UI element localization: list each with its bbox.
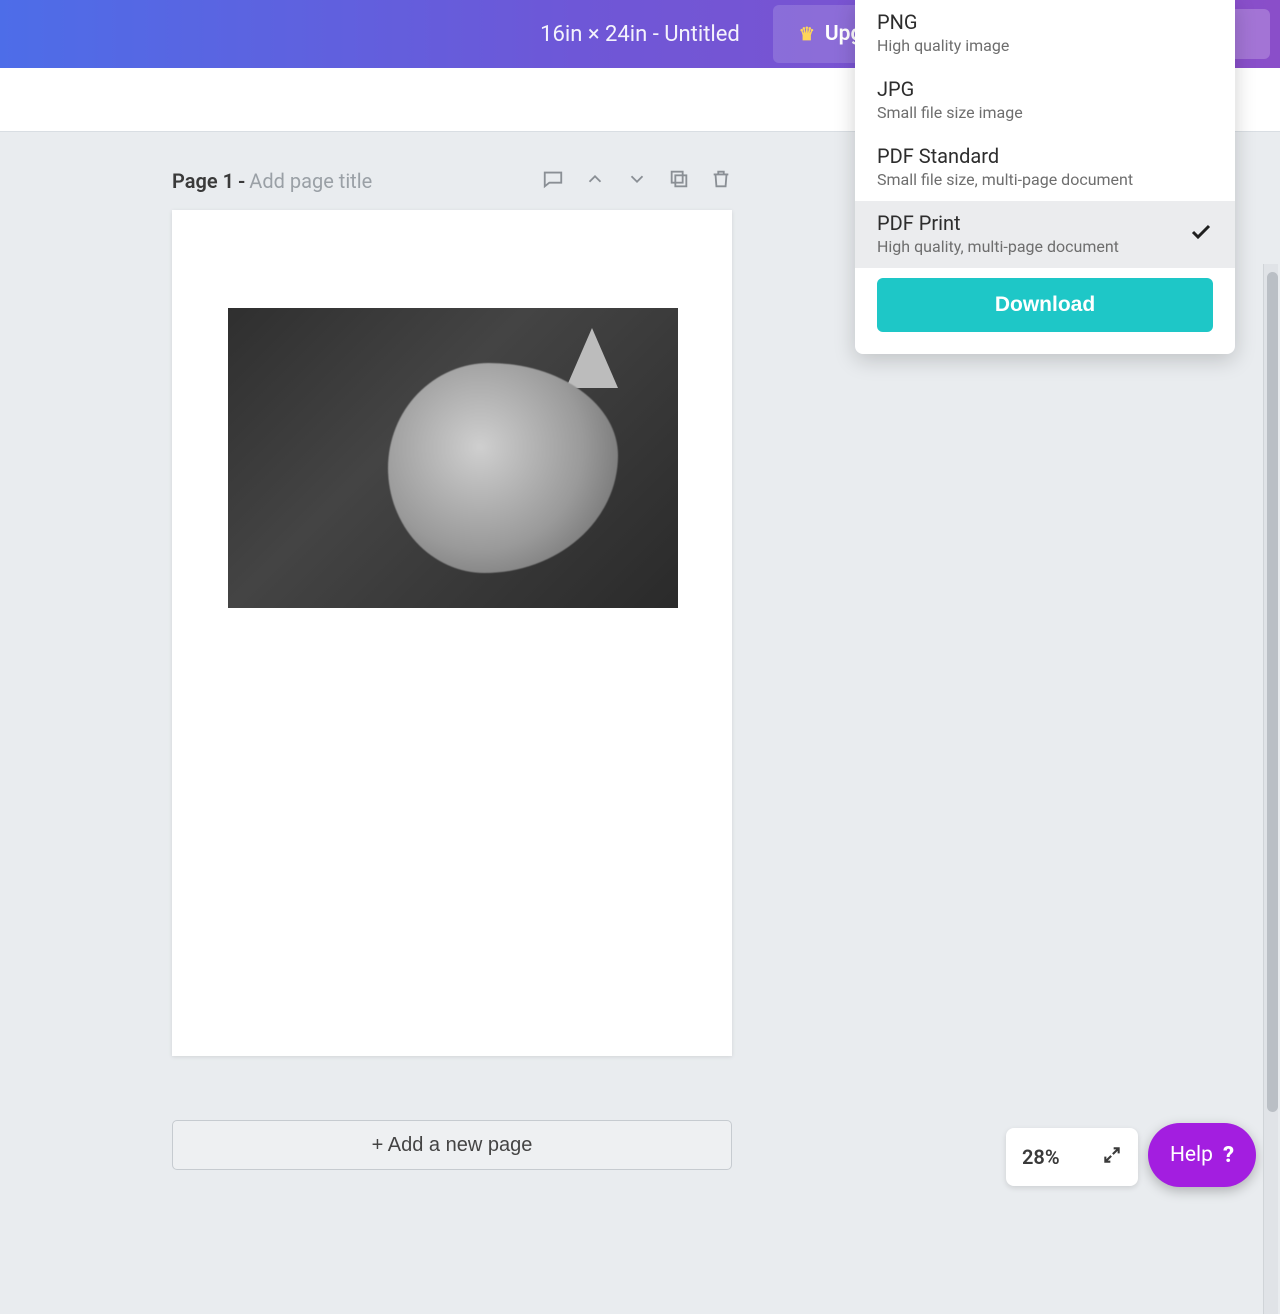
option-desc: High quality, multi-page document (877, 237, 1119, 256)
document-title[interactable]: 16in × 24in - Untitled (540, 22, 740, 47)
page-toolbar: Page 1 - Add page title (172, 168, 732, 194)
download-button-wrap: Download (855, 268, 1235, 354)
zoom-control[interactable]: 28% (1006, 1128, 1138, 1186)
add-page-button[interactable]: + Add a new page (172, 1120, 732, 1170)
help-question-icon: ? (1223, 1143, 1234, 1168)
page-heading: Page 1 - Add page title (172, 169, 372, 193)
download-option-pdf-standard[interactable]: PDF Standard Small file size, multi-page… (855, 134, 1235, 201)
zoom-value: 28% (1022, 1145, 1060, 1169)
duplicate-icon[interactable] (668, 168, 690, 194)
design-page[interactable] (172, 210, 732, 1056)
download-option-png[interactable]: PNG High quality image (855, 0, 1235, 67)
download-option-jpg[interactable]: JPG Small file size image (855, 67, 1235, 134)
option-title: PDF Standard (877, 144, 1213, 168)
vertical-scrollbar-thumb[interactable] (1267, 272, 1278, 1112)
fullscreen-icon[interactable] (1102, 1145, 1122, 1170)
page-action-group (542, 168, 732, 194)
trash-icon[interactable] (710, 168, 732, 194)
option-title: JPG (877, 77, 1213, 101)
check-icon (1189, 220, 1213, 248)
canvas-image[interactable] (228, 308, 678, 608)
download-button[interactable]: Download (877, 278, 1213, 332)
page-title-input[interactable]: Add page title (249, 169, 372, 193)
crown-icon: ♛ (799, 24, 815, 45)
move-up-icon[interactable] (584, 168, 606, 194)
option-desc: Small file size image (877, 103, 1213, 122)
move-down-icon[interactable] (626, 168, 648, 194)
option-title: PDF Print (877, 211, 1119, 235)
option-desc: High quality image (877, 36, 1213, 55)
help-label: Help (1170, 1143, 1213, 1167)
download-option-pdf-print[interactable]: PDF Print High quality, multi-page docum… (855, 201, 1235, 268)
download-dropdown: PNG High quality image JPG Small file si… (855, 0, 1235, 354)
help-button[interactable]: Help ? (1148, 1123, 1256, 1187)
comment-icon[interactable] (542, 168, 564, 194)
option-desc: Small file size, multi-page document (877, 170, 1213, 189)
page-number-label: Page 1 (172, 169, 234, 193)
option-title: PNG (877, 10, 1213, 34)
page-separator: - (238, 169, 245, 193)
